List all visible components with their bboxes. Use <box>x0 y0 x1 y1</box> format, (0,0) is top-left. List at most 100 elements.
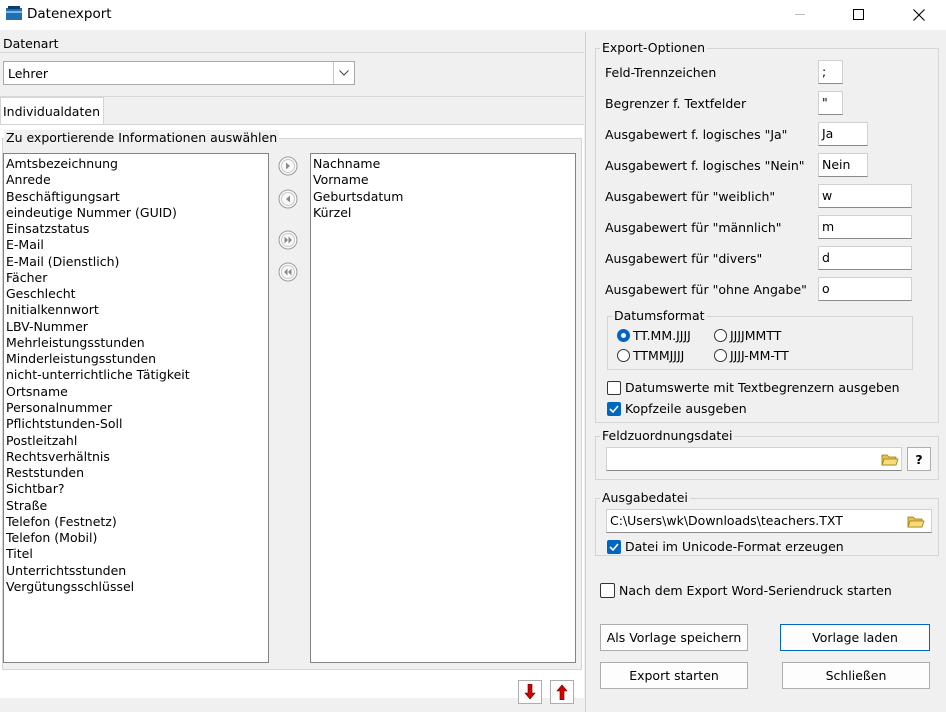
option-input[interactable]: o <box>818 277 912 301</box>
available-field-item[interactable]: Beschäftigungsart <box>4 189 268 205</box>
available-field-item[interactable]: Mehrleistungsstunden <box>4 335 268 351</box>
available-field-item[interactable]: Anrede <box>4 172 268 188</box>
available-field-item[interactable]: E-Mail (Dienstlich) <box>4 254 268 270</box>
available-field-item[interactable]: E-Mail <box>4 237 268 253</box>
tab-individualdaten[interactable]: Individualdaten <box>0 97 104 124</box>
move-down-button[interactable] <box>518 680 542 704</box>
panel-divider <box>585 32 586 712</box>
option-input[interactable]: Nein <box>818 153 868 177</box>
available-field-item[interactable]: Initialkennwort <box>4 302 268 318</box>
option-input[interactable]: ; <box>818 60 843 84</box>
available-field-item[interactable]: Fächer <box>4 270 268 286</box>
available-field-item[interactable]: Rechtsverhältnis <box>4 449 268 465</box>
available-field-item[interactable]: Telefon (Festnetz) <box>4 514 268 530</box>
selected-field-item[interactable]: Nachname <box>311 156 575 172</box>
maximize-icon <box>853 9 864 20</box>
available-field-item[interactable]: Straße <box>4 498 268 514</box>
word-merge-checkbox[interactable]: Nach dem Export Word-Seriendruck starten <box>600 583 892 598</box>
radio-jjjjmmtt[interactable]: JJJJMMTT <box>714 328 781 343</box>
radio-jjjj-mm-tt[interactable]: JJJJ-MM-TT <box>714 348 789 363</box>
browse-output-button[interactable] <box>905 510 927 532</box>
available-field-item[interactable]: Postleitzahl <box>4 433 268 449</box>
datenart-label: Datenart <box>3 36 59 51</box>
selected-field-item[interactable]: Kürzel <box>311 205 575 221</box>
date-delimiter-checkbox[interactable]: Datumswerte mit Textbegrenzern ausgeben <box>607 380 900 395</box>
radio-label: JJJJMMTT <box>730 328 782 343</box>
available-field-item[interactable]: Personalnummer <box>4 400 268 416</box>
available-field-item[interactable]: Vergütungsschlüssel <box>4 579 268 595</box>
maximize-button[interactable] <box>836 0 882 30</box>
option-label: Ausgabewert für "weiblich" <box>605 189 776 204</box>
option-label: Ausgabewert f. logisches "Nein" <box>605 158 805 173</box>
option-input[interactable]: Ja <box>818 122 868 146</box>
dropdown-button[interactable] <box>333 62 354 84</box>
available-field-item[interactable]: Titel <box>4 546 268 562</box>
help-button[interactable]: ? <box>907 447 931 471</box>
radio-label: TT.MM.JJJJ <box>633 328 691 343</box>
start-export-button[interactable]: Export starten <box>600 662 748 689</box>
available-fields-list[interactable]: Amtsbezeichnung Anrede Beschäftigungsart ei… <box>3 153 269 663</box>
close-window-button[interactable] <box>896 0 942 30</box>
option-input[interactable]: " <box>818 91 843 115</box>
radio-indicator <box>714 329 727 342</box>
move-all-left-button[interactable] <box>278 262 298 282</box>
load-template-button[interactable]: Vorlage laden <box>780 624 930 651</box>
checkbox-box <box>600 583 615 598</box>
available-field-item[interactable]: Einsatzstatus <box>4 221 268 237</box>
output-file-input[interactable]: C:\Users\wk\Downloads\teachers.TXT <box>606 509 932 533</box>
close-button[interactable]: Schließen <box>782 662 930 689</box>
option-input[interactable]: w <box>818 184 912 208</box>
datenart-rule <box>0 52 584 53</box>
radio-ttmmjjjj[interactable]: TTMMJJJJ <box>617 348 684 363</box>
close-icon <box>913 9 925 21</box>
checkbox-box <box>607 380 621 395</box>
arrow-up-icon <box>556 684 568 700</box>
option-label: Ausgabewert für "männlich" <box>605 220 782 235</box>
output-file-label: Ausgabedatei <box>600 490 690 505</box>
available-field-item[interactable]: nicht-unterrichtliche Tätigkeit <box>4 367 268 383</box>
available-field-item[interactable]: Pflichtstunden-Soll <box>4 416 268 432</box>
available-field-item[interactable]: Reststunden <box>4 465 268 481</box>
unicode-checkbox[interactable]: Datei im Unicode-Format erzeugen <box>607 539 844 554</box>
move-all-right-button[interactable] <box>278 230 298 250</box>
move-up-button[interactable] <box>550 680 574 704</box>
radio-indicator <box>617 349 630 362</box>
available-field-item[interactable]: eindeutige Nummer (GUID) <box>4 205 268 221</box>
option-input[interactable]: d <box>818 246 912 270</box>
available-field-item[interactable]: Sichtbar? <box>4 481 268 497</box>
checkbox-label: Nach dem Export Word-Seriendruck starten <box>619 583 892 598</box>
available-field-item[interactable]: Unterrichtsstunden <box>4 563 268 579</box>
radio-tt-mm-jjjj[interactable]: TT.MM.JJJJ <box>617 328 691 343</box>
available-field-item[interactable]: Amtsbezeichnung <box>4 156 268 172</box>
save-template-button[interactable]: Als Vorlage speichern <box>600 624 748 651</box>
available-field-item[interactable]: Ortsname <box>4 384 268 400</box>
arrow-right-circle-icon <box>278 156 298 176</box>
radio-label: JJJJ-MM-TT <box>730 348 789 363</box>
selected-field-item[interactable]: Geburtsdatum <box>311 189 575 205</box>
folder-open-icon <box>881 454 899 465</box>
radio-label: TTMMJJJJ <box>633 348 685 363</box>
available-field-item[interactable]: Geschlecht <box>4 286 268 302</box>
radio-indicator <box>617 329 630 342</box>
minimize-icon <box>795 14 805 15</box>
checkbox-label: Datei im Unicode-Format erzeugen <box>625 539 844 554</box>
minimize-button[interactable] <box>778 0 824 30</box>
double-arrow-right-circle-icon <box>278 230 298 250</box>
datenart-value: Lehrer <box>8 66 49 81</box>
available-field-item[interactable]: Minderleistungsstunden <box>4 351 268 367</box>
header-line-checkbox[interactable]: Kopfzeile ausgeben <box>607 401 747 416</box>
move-right-button[interactable] <box>278 156 298 176</box>
mapping-file-input[interactable] <box>606 447 902 471</box>
option-label: Ausgabewert für "ohne Angabe" <box>605 282 807 297</box>
option-label: Begrenzer f. Textfelder <box>605 96 747 111</box>
option-input[interactable]: m <box>818 215 912 239</box>
selected-field-item[interactable]: Vorname <box>311 172 575 188</box>
double-arrow-left-circle-icon <box>278 262 298 282</box>
browse-mapping-button[interactable] <box>879 448 901 470</box>
available-field-item[interactable]: LBV-Nummer <box>4 319 268 335</box>
move-left-button[interactable] <box>278 189 298 209</box>
datenart-select[interactable]: Lehrer <box>3 61 355 85</box>
available-field-item[interactable]: Telefon (Mobil) <box>4 530 268 546</box>
checkmark-icon <box>609 404 619 413</box>
selected-fields-list[interactable]: Nachname Vorname Geburtsdatum Kürzel <box>310 153 576 663</box>
